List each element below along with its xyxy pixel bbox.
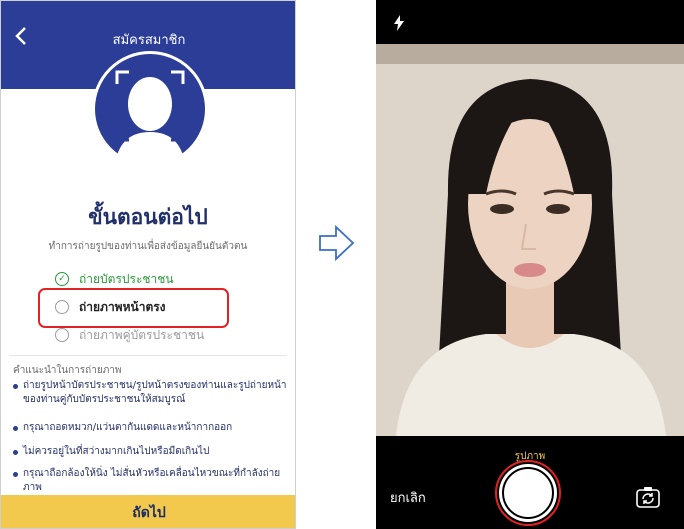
step-id-card[interactable]: ✓ ถ่ายบัตรประชาชน [55, 269, 174, 289]
step-face-with-card[interactable]: ถ่ายภาพคู่บัตรประชาชน [55, 325, 204, 345]
step-description: ทำการถ่ายรูปของท่านเพื่อส่งข้อมูลยืนยันต… [48, 241, 248, 252]
bullet-icon [13, 426, 18, 431]
tips-heading: คำแนะนำในการถ่ายภาพ [13, 365, 122, 376]
shutter-button[interactable] [502, 467, 554, 519]
camera-screen: รูปภาพ ยกเลิก [376, 0, 684, 529]
bullet-icon [13, 384, 18, 389]
page-title: สมัครสมาชิก [112, 33, 186, 48]
bullet-icon [13, 450, 18, 455]
next-button[interactable]: ถัดไป [1, 495, 295, 528]
divider [9, 355, 287, 356]
cancel-button[interactable]: ยกเลิก [390, 487, 426, 508]
right-arrow-icon [319, 224, 355, 262]
tip-text: ถ่ายรูปหน้าบัตรประชาชน/รูปหน้าตรงของท่าน… [23, 380, 287, 405]
tip-text: กรุณาถอดหมวก/แว่นตากันแดดและหน้ากากออก [23, 422, 233, 433]
check-circle-icon: ✓ [55, 272, 69, 286]
tip-item: ถ่ายรูปหน้าบัตรประชาชน/รูปหน้าตรงของท่าน… [13, 379, 287, 407]
step-label: ถ่ายบัตรประชาชน [79, 271, 174, 286]
step-heading: ขั้นตอนต่อไป [88, 205, 208, 229]
tip-text: ไม่ควรอยู่ในที่สว่างมากเกินไปหรือมืดเกิน… [23, 446, 210, 457]
tip-text: กรุณาถือกล้องให้นิ่ง ไม่สั่นหัวหรือเคลื่… [23, 468, 281, 493]
tip-item: กรุณาถอดหมวก/แว่นตากันแดดและหน้ากากออก [13, 421, 287, 435]
flash-icon[interactable] [390, 14, 408, 32]
current-step-highlight [38, 288, 229, 328]
registration-screen: สมัครสมาชิก ขั้นตอนต่อไป ทำการถ่ายรูปของ… [0, 0, 296, 529]
switch-camera-icon[interactable] [636, 486, 660, 508]
tip-item: กรุณาถือกล้องให้นิ่ง ไม่สั่นหัวหรือเคลื่… [13, 467, 287, 495]
face-scan-icon [92, 51, 208, 167]
bullet-icon [13, 472, 18, 477]
radio-circle-icon [55, 328, 69, 342]
portrait-image [376, 44, 684, 436]
tip-item: ไม่ควรอยู่ในที่สว่างมากเกินไปหรือมืดเกิน… [13, 445, 287, 459]
step-label: ถ่ายภาพคู่บัตรประชาชน [79, 327, 205, 342]
camera-preview [376, 44, 684, 436]
